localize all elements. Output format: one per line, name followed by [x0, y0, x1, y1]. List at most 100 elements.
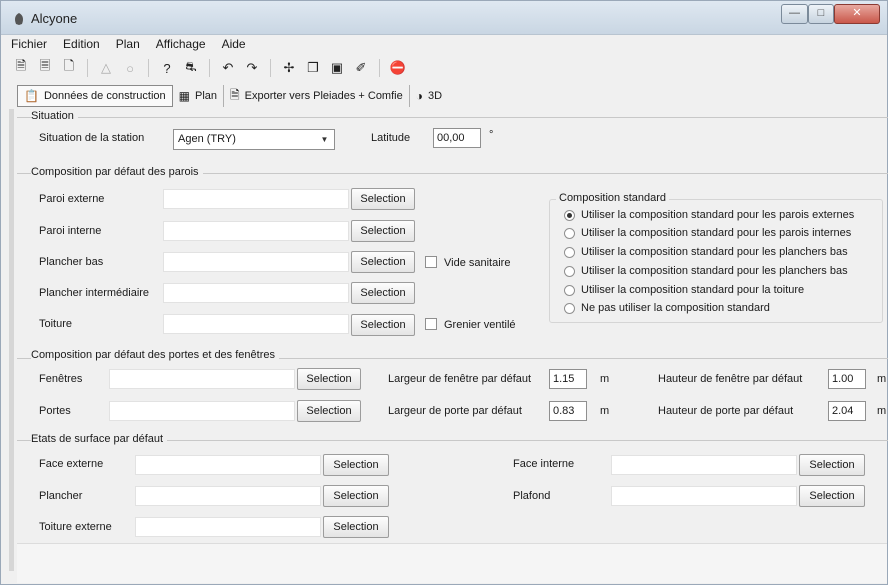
portes-title: Composition par défaut des portes et des…: [31, 349, 279, 361]
plancher-bas-selection-button[interactable]: Selection: [351, 251, 415, 273]
face-interne-selection-button[interactable]: Selection: [799, 454, 865, 476]
tab-label: Exporter vers Pleiades + Comfie: [244, 90, 403, 102]
largeur-fenetre-input[interactable]: 1.15: [549, 369, 587, 389]
portes-field[interactable]: [109, 401, 295, 421]
open-file-icon[interactable]: 🗏: [33, 58, 57, 78]
transform-icon[interactable]: ✢: [277, 58, 301, 78]
fenetres-field[interactable]: [109, 369, 295, 389]
tab-plan[interactable]: ▦ Plan: [173, 85, 225, 107]
face-interne-field[interactable]: [611, 455, 797, 475]
menu-plan[interactable]: Plan: [114, 37, 142, 53]
face-externe-label: Face externe: [39, 458, 104, 470]
fenetres-selection-button[interactable]: Selection: [297, 368, 361, 390]
title-bar: Alcyone — □ ✕: [1, 1, 887, 35]
construction-data-icon: 📋: [24, 89, 39, 103]
latitude-input[interactable]: 00,00: [433, 128, 481, 148]
largeur-porte-label: Largeur de porte par défaut: [388, 405, 522, 417]
plancher-intermediaire-field[interactable]: [163, 283, 349, 303]
composition-standard-title: Composition standard: [556, 192, 670, 204]
duplicate-icon[interactable]: ❐: [301, 58, 325, 78]
tab-label: Plan: [194, 90, 218, 102]
radio-button[interactable]: [564, 265, 575, 277]
hauteur-porte-input[interactable]: 2.04: [828, 401, 866, 421]
face-externe-selection-button[interactable]: Selection: [323, 454, 389, 476]
maximize-button[interactable]: □: [808, 4, 834, 24]
plafond-selection-button[interactable]: Selection: [799, 485, 865, 507]
menu-edition[interactable]: Edition: [61, 37, 102, 53]
help-icon[interactable]: ?: [155, 58, 179, 78]
car-icon[interactable]: ⛐: [179, 58, 203, 78]
radio-label: Utiliser la composition standard pour le…: [581, 265, 848, 277]
situation-title: Situation: [31, 110, 78, 122]
largeur-porte-input[interactable]: 0.83: [549, 401, 587, 421]
fieldset-line: [17, 117, 888, 118]
paroi-interne-label: Paroi interne: [39, 225, 102, 237]
toiture-externe-field[interactable]: [135, 517, 321, 537]
unit-m: m: [877, 373, 887, 385]
station-select[interactable]: Agen (TRY) ▼: [173, 129, 335, 150]
radio-option-no-standard[interactable]: Ne pas utiliser la composition standard: [564, 302, 770, 314]
toolbar-separator: [270, 59, 271, 77]
plancher-intermediaire-selection-button[interactable]: Selection: [351, 282, 415, 304]
disabled-tool-icon-2[interactable]: ○: [118, 58, 142, 78]
app-logo-icon: [15, 13, 23, 25]
radio-button[interactable]: [564, 302, 575, 314]
portes-selection-button[interactable]: Selection: [297, 400, 361, 422]
plancher-selection-button[interactable]: Selection: [323, 485, 389, 507]
stop-icon[interactable]: ⛔: [386, 58, 410, 78]
paroi-interne-field[interactable]: [163, 221, 349, 241]
tab-exporter[interactable]: 🗎 Exporter vers Pleiades + Comfie: [224, 85, 410, 107]
radio-option-planchers-bas-2[interactable]: Utiliser la composition standard pour le…: [564, 265, 848, 277]
new-file-icon[interactable]: 🗎: [9, 58, 33, 78]
plan-icon: ▦: [178, 89, 190, 103]
radio-button[interactable]: [564, 227, 575, 239]
plancher-intermediaire-label: Plancher intermédiaire: [39, 287, 150, 299]
radio-button[interactable]: [564, 246, 575, 258]
plafond-field[interactable]: [611, 486, 797, 506]
toiture-selection-button[interactable]: Selection: [351, 314, 415, 336]
toiture-field[interactable]: [163, 314, 349, 334]
radio-label: Utiliser la composition standard pour la…: [581, 284, 805, 296]
menu-aide[interactable]: Aide: [220, 37, 248, 53]
grenier-ventile-label: Grenier ventilé: [444, 319, 516, 331]
radio-label: Ne pas utiliser la composition standard: [581, 302, 770, 314]
hauteur-fenetre-input[interactable]: 1.00: [828, 369, 866, 389]
menu-affichage[interactable]: Affichage: [154, 37, 208, 53]
plancher-field[interactable]: [135, 486, 321, 506]
radio-option-parois-internes[interactable]: Utiliser la composition standard pour le…: [564, 227, 851, 239]
export-document-icon: 🗎: [230, 87, 240, 102]
menu-fichier[interactable]: Fichier: [9, 37, 49, 53]
chevron-down-icon[interactable]: ▼: [317, 132, 332, 147]
radio-button-selected[interactable]: [564, 209, 575, 221]
portes-label: Portes: [39, 405, 71, 417]
disabled-tool-icon[interactable]: △: [94, 58, 118, 78]
tab-bar: 📋 Données de construction ▦ Plan 🗎 Expor…: [17, 85, 448, 107]
tab-donnees-construction[interactable]: 📋 Données de construction: [17, 85, 173, 107]
face-externe-field[interactable]: [135, 455, 321, 475]
face-interne-label: Face interne: [513, 458, 575, 470]
vide-sanitaire-checkbox[interactable]: [425, 256, 437, 268]
toiture-externe-selection-button[interactable]: Selection: [323, 516, 389, 538]
close-button[interactable]: ✕: [834, 4, 880, 24]
minimize-button[interactable]: —: [781, 4, 808, 24]
crop-icon[interactable]: ▣: [325, 58, 349, 78]
radio-option-toiture[interactable]: Utiliser la composition standard pour la…: [564, 284, 804, 296]
paroi-externe-selection-button[interactable]: Selection: [351, 188, 415, 210]
bottom-area: [17, 543, 887, 583]
unit-m: m: [600, 373, 610, 385]
radio-option-parois-externes[interactable]: Utiliser la composition standard pour le…: [564, 209, 854, 221]
redo-icon[interactable]: ↷: [240, 58, 264, 78]
radio-label: Utiliser la composition standard pour le…: [581, 246, 848, 258]
undo-icon[interactable]: ↶: [216, 58, 240, 78]
plancher-bas-field[interactable]: [163, 252, 349, 272]
grenier-ventile-checkbox[interactable]: [425, 318, 437, 330]
paroi-externe-field[interactable]: [163, 189, 349, 209]
tab-3d[interactable]: ◑ 3D: [410, 85, 448, 107]
radio-option-planchers-bas[interactable]: Utiliser la composition standard pour le…: [564, 246, 848, 258]
fenetres-label: Fenêtres: [39, 373, 83, 385]
save-file-icon[interactable]: 🗋: [57, 58, 81, 78]
radio-button[interactable]: [564, 284, 575, 296]
tab-label: Données de construction: [43, 90, 166, 102]
brush-icon[interactable]: ✐: [349, 58, 373, 78]
paroi-interne-selection-button[interactable]: Selection: [351, 220, 415, 242]
